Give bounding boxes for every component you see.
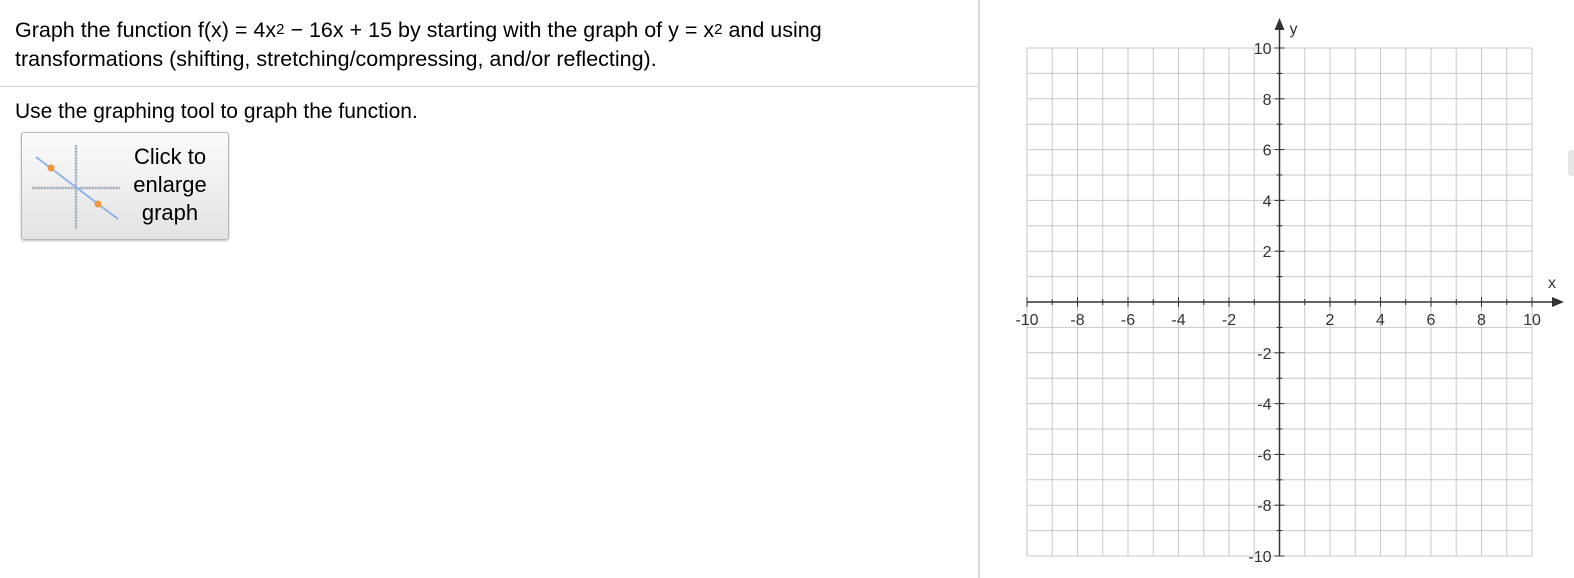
exponent: 2 xyxy=(714,21,723,38)
x-tick-label: 10 xyxy=(1523,312,1541,329)
y-tick-label: 10 xyxy=(1254,41,1272,58)
x-tick-label: 4 xyxy=(1376,312,1385,329)
label-line: Click to xyxy=(133,144,207,169)
horizontal-divider xyxy=(0,86,978,87)
side-panel-tab[interactable] xyxy=(1568,150,1574,176)
x-tick-label: -6 xyxy=(1121,312,1135,329)
line-graph-thumbnail-icon xyxy=(32,145,120,229)
y-tick-label: 2 xyxy=(1263,244,1272,261)
y-axis-arrow xyxy=(1274,18,1285,30)
y-axis-label: y xyxy=(1290,21,1298,38)
y-tick-label: -8 xyxy=(1257,498,1271,515)
graph-canvas[interactable]: -10 -8 -6 -4 -2 2 4 6 8 10 10 8 6 4 2 -2 -4 -6 -8 -10 x y xyxy=(1000,10,1574,578)
question-text: Graph the function f(x) = 4x2 − 16x + 15… xyxy=(15,16,955,74)
x-tick-label: -10 xyxy=(1015,312,1038,329)
x-tick-label: 2 xyxy=(1326,312,1335,329)
enlarge-graph-button[interactable]: Click to enlarge graph xyxy=(21,132,229,240)
x-axis-arrow xyxy=(1552,297,1564,307)
x-tick-label: 6 xyxy=(1427,312,1436,329)
y-tick-label: -2 xyxy=(1257,346,1271,363)
vertical-divider xyxy=(978,0,980,578)
x-tick-label: 8 xyxy=(1477,312,1486,329)
x-axis-label: x xyxy=(1548,275,1556,292)
instruction-text: Use the graphing tool to graph the funct… xyxy=(15,100,418,123)
label-line: graph xyxy=(141,200,199,225)
y-tick-label: 6 xyxy=(1263,143,1272,160)
x-tick-label: -8 xyxy=(1070,312,1084,329)
x-tick-label: -4 xyxy=(1171,312,1185,329)
label-line: enlarge xyxy=(133,172,207,197)
question-line-2: transformations (shifting, stretching/co… xyxy=(15,47,657,71)
exponent: 2 xyxy=(276,21,285,38)
coordinate-graph[interactable]: -10 -8 -6 -4 -2 2 4 6 8 10 10 8 6 4 2 -2 -4 -6 -8 -10 x y xyxy=(1000,10,1574,578)
y-tick-label: -6 xyxy=(1257,447,1271,464)
question-part: Graph the function f(x) = 4x xyxy=(15,18,277,42)
y-tick-label: -10 xyxy=(1248,549,1271,566)
y-tick-label: 8 xyxy=(1263,92,1272,109)
y-tick-label: -4 xyxy=(1257,397,1271,414)
question-part: − 16x + 15 by starting with the graph of… xyxy=(284,18,715,42)
question-part: and using xyxy=(722,18,822,42)
y-tick-label: 4 xyxy=(1263,193,1272,210)
tick-labels: -10 -8 -6 -4 -2 2 4 6 8 10 10 8 6 4 2 -2 -4 -6 -8 -10 xyxy=(1015,41,1541,566)
question-pane: Graph the function f(x) = 4x2 − 16x + 15… xyxy=(0,0,978,578)
x-tick-label: -2 xyxy=(1222,312,1236,329)
enlarge-button-label: Click to enlarge graph xyxy=(122,143,218,227)
question-line-1: Graph the function f(x) = 4x2 − 16x + 15… xyxy=(15,16,955,45)
